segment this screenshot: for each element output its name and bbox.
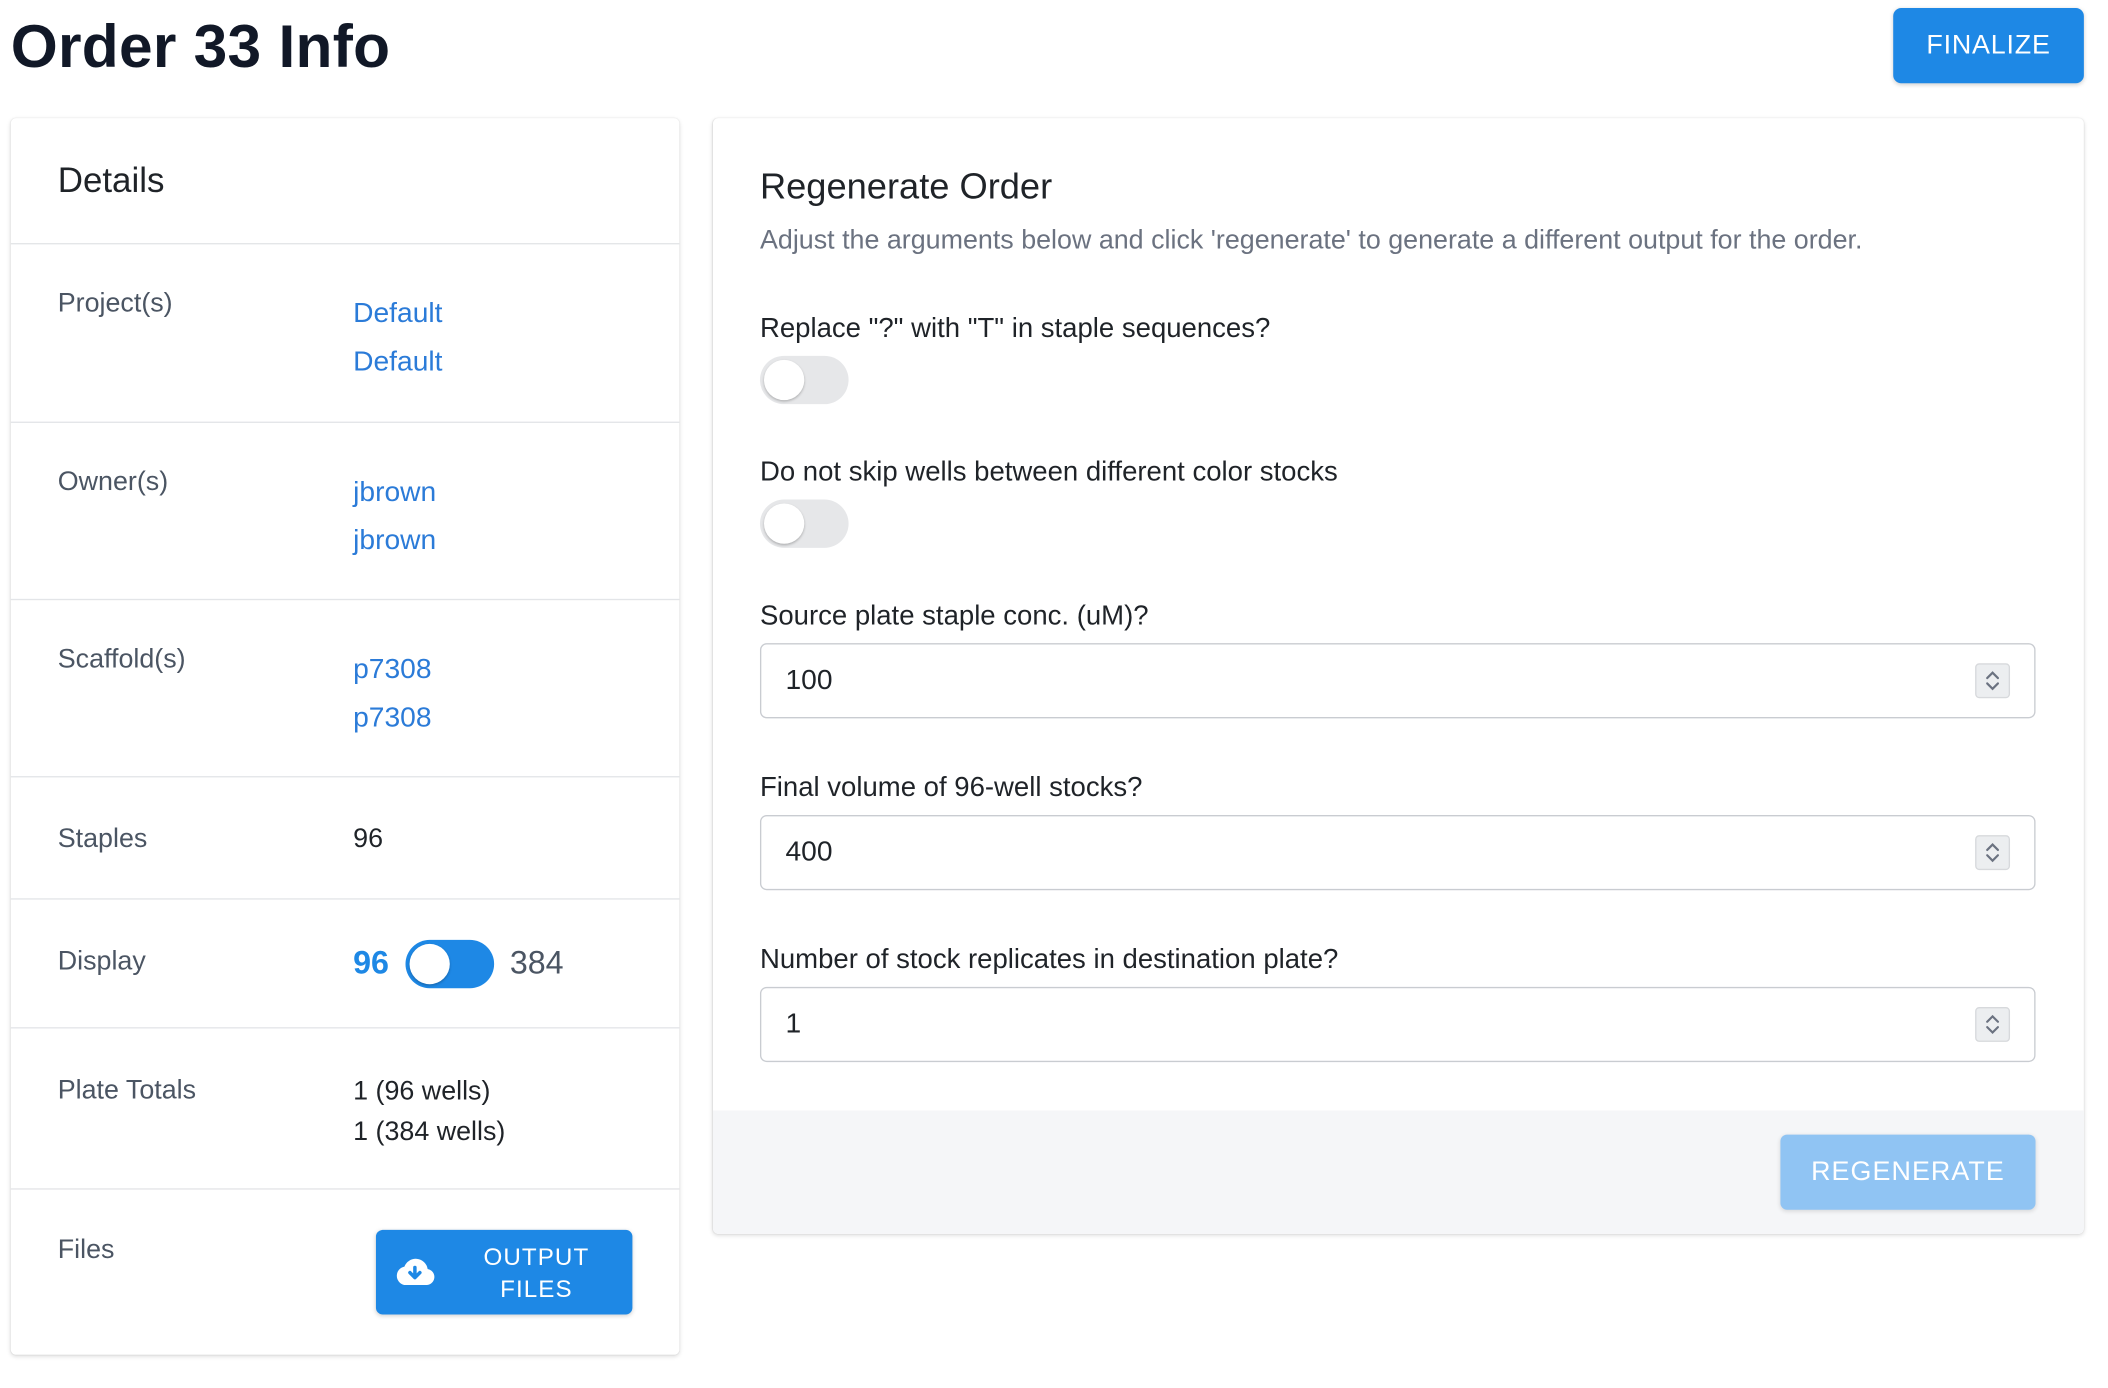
page-title: Order 33 Info: [10, 12, 391, 81]
display-label: Display: [57, 946, 146, 977]
scaffold-link[interactable]: p7308: [353, 694, 431, 742]
details-card: Details Project(s) Default Default Owner…: [10, 118, 680, 1355]
replicates-label: Number of stock replicates in destinatio…: [759, 943, 1339, 975]
toggle-knob: [409, 943, 450, 985]
cloud-download-icon: [393, 1255, 436, 1294]
plate-total-line: 1 (384 wells): [353, 1117, 506, 1147]
finalize-button[interactable]: FINALIZE: [1893, 8, 2084, 84]
scaffolds-row: Scaffold(s) p7308 p7308: [10, 600, 680, 778]
conc-stepper[interactable]: [1975, 663, 2011, 699]
stepper-arrows-icon: [1986, 843, 2000, 863]
output-files-button[interactable]: OUTPUT FILES: [375, 1229, 633, 1315]
regenerate-card: Regenerate Order Adjust the arguments be…: [712, 118, 2084, 1234]
owner-link[interactable]: jbrown: [353, 469, 436, 517]
scaffolds-label: Scaffold(s): [57, 644, 186, 675]
toggle-knob: [763, 503, 805, 544]
volume-input[interactable]: [785, 816, 1941, 889]
projects-row: Project(s) Default Default: [10, 244, 680, 423]
display-toggle[interactable]: [405, 939, 494, 989]
replicates-input[interactable]: [785, 988, 1941, 1061]
conc-label: Source plate staple conc. (uM)?: [759, 600, 1149, 632]
stepper-arrows-icon: [1986, 671, 2000, 691]
skip-toggle[interactable]: [759, 499, 849, 548]
owner-link[interactable]: jbrown: [353, 517, 436, 565]
plate-total-line: 1 (96 wells): [353, 1076, 491, 1107]
regenerate-footer: REGENERATE: [712, 1110, 2084, 1234]
staples-value: 96: [353, 824, 384, 854]
replace-toggle-label: Replace "?" with "T" in staple sequences…: [759, 312, 1271, 344]
regenerate-button[interactable]: REGENERATE: [1780, 1134, 2036, 1210]
project-link[interactable]: Default: [353, 290, 442, 338]
staples-label: Staples: [57, 824, 148, 854]
project-link[interactable]: Default: [353, 338, 442, 386]
scaffolds-value: p7308 p7308: [353, 646, 431, 743]
output-files-label-line1: OUTPUT: [483, 1243, 590, 1271]
volume-label: Final volume of 96-well stocks?: [759, 772, 1143, 803]
details-heading: Details: [57, 159, 165, 201]
staples-row: Staples 96: [10, 777, 680, 900]
plate-totals-label: Plate Totals: [57, 1075, 197, 1106]
order-info-page: Order 33 Info FINALIZE Details Project(s…: [0, 0, 2108, 1383]
files-row: Files OUTPUT FILES: [11, 1190, 680, 1355]
files-label: Files: [57, 1235, 115, 1265]
stepper-arrows-icon: [1986, 1014, 2000, 1035]
projects-label: Project(s): [57, 288, 173, 319]
details-header: Details: [10, 118, 680, 245]
replicates-field: [759, 986, 2036, 1063]
replace-toggle[interactable]: [759, 355, 849, 405]
display-option-384[interactable]: 384: [510, 945, 564, 983]
owners-row: Owner(s) jbrown jbrown: [10, 423, 680, 601]
conc-field: [759, 643, 2036, 719]
owners-label: Owner(s): [57, 467, 169, 497]
display-option-96[interactable]: 96: [353, 945, 389, 983]
plate-totals-value: 1 (96 wells) 1 (384 wells): [353, 1071, 505, 1152]
owners-value: jbrown jbrown: [353, 469, 436, 566]
projects-value: Default Default: [353, 290, 442, 387]
regenerate-subtitle: Adjust the arguments below and click 're…: [759, 225, 1863, 256]
display-switch: 96 384: [353, 939, 564, 989]
output-files-label-line2: FILES: [500, 1275, 573, 1303]
display-row: Display 96 384: [10, 900, 680, 1029]
plate-totals-row: Plate Totals 1 (96 wells) 1 (384 wells): [10, 1029, 680, 1190]
volume-field: [759, 815, 2036, 891]
replicates-stepper[interactable]: [1975, 1007, 2011, 1042]
scaffold-link[interactable]: p7308: [353, 646, 431, 694]
toggle-knob: [763, 359, 805, 401]
regenerate-title: Regenerate Order: [759, 166, 1053, 207]
output-files-label: OUTPUT FILES: [454, 1241, 619, 1305]
conc-input[interactable]: [785, 644, 1941, 718]
volume-stepper[interactable]: [1975, 835, 2011, 871]
skip-toggle-label: Do not skip wells between different colo…: [759, 456, 1338, 488]
